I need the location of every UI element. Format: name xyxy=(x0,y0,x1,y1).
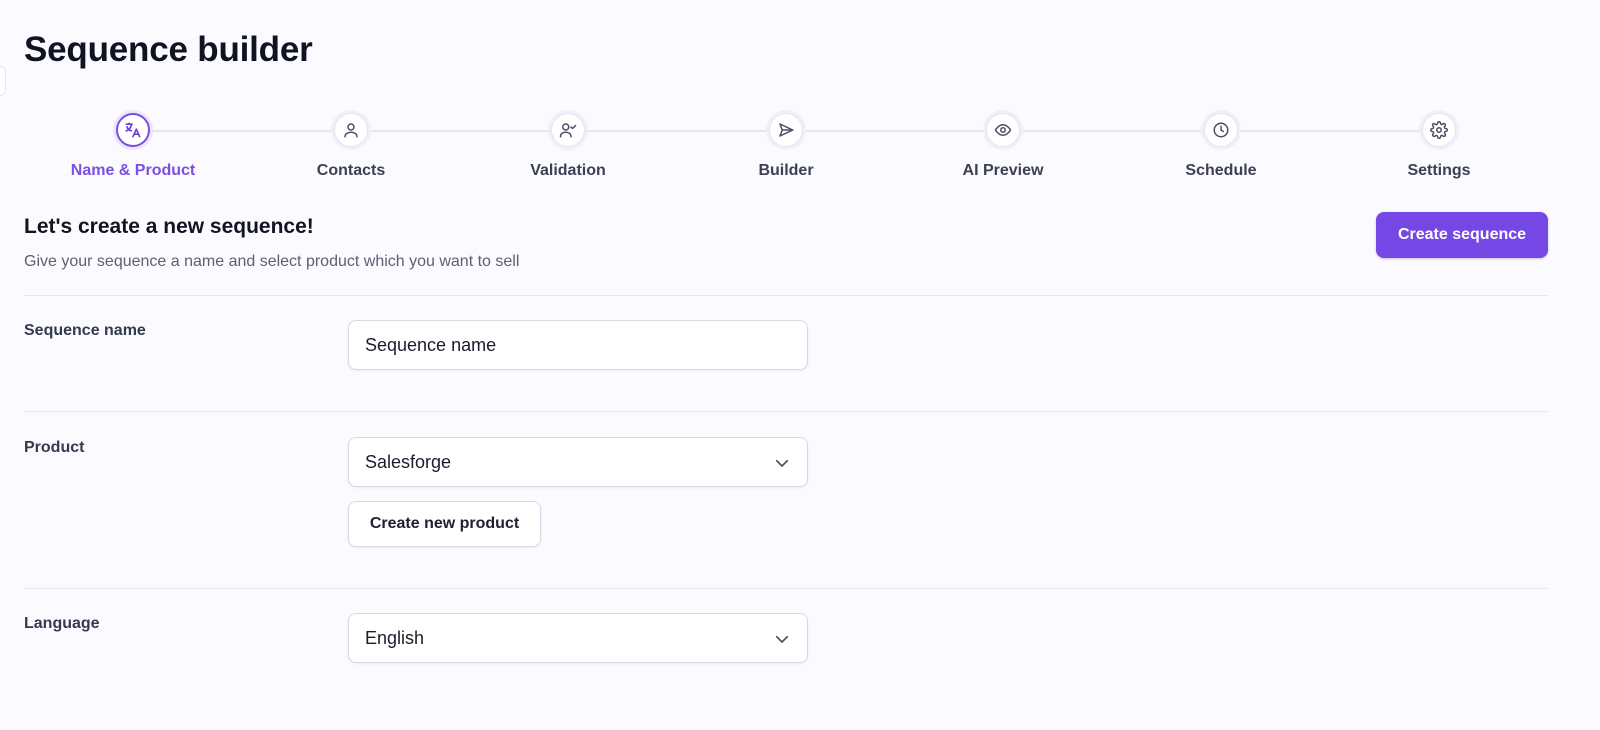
product-selected-value: Salesforge xyxy=(365,451,452,472)
step-label: Contacts xyxy=(316,162,386,179)
collapsed-sidebar-handle[interactable] xyxy=(0,66,6,96)
user-icon xyxy=(344,123,358,138)
create-new-product-button[interactable]: Create new product xyxy=(348,501,541,547)
step-indicator xyxy=(113,110,153,150)
step-builder[interactable]: Builder xyxy=(686,108,886,180)
step-schedule[interactable]: Schedule xyxy=(1121,108,1321,180)
step-ai-preview[interactable]: AI Preview xyxy=(903,108,1103,180)
language-selected-value: English xyxy=(365,627,425,648)
step-indicator xyxy=(548,110,588,150)
step-label: Schedule xyxy=(1185,162,1257,179)
step-indicator xyxy=(1419,110,1459,150)
sequence-name-input[interactable]: Sequence name xyxy=(348,320,808,370)
step-indicator xyxy=(766,110,806,150)
language-label: Language xyxy=(24,615,100,632)
step-label: AI Preview xyxy=(962,162,1044,179)
stepper: Name & Product Contacts Validation Build… xyxy=(0,108,1600,188)
page-title: Sequence builder xyxy=(24,30,313,69)
step-validation[interactable]: Validation xyxy=(468,108,668,180)
step-indicator xyxy=(331,110,371,150)
chevron-down-icon xyxy=(775,635,789,643)
product-select[interactable]: Salesforge xyxy=(348,437,808,487)
divider xyxy=(24,411,1548,412)
create-sequence-button[interactable]: Create sequence xyxy=(1376,212,1548,258)
step-label: Settings xyxy=(1407,162,1471,179)
clock-icon xyxy=(1213,122,1229,138)
language-select[interactable]: English xyxy=(348,613,808,663)
chevron-down-icon xyxy=(775,459,789,467)
sequence-name-placeholder: Sequence name xyxy=(365,334,497,355)
step-indicator xyxy=(1201,110,1241,150)
product-label: Product xyxy=(24,439,85,456)
step-label: Builder xyxy=(758,162,814,179)
section-heading: Let's create a new sequence! xyxy=(24,215,314,238)
step-contacts[interactable]: Contacts xyxy=(251,108,451,180)
divider xyxy=(24,295,1548,296)
sequence-name-label: Sequence name xyxy=(24,322,146,339)
divider xyxy=(24,588,1548,589)
step-label: Name & Product xyxy=(70,162,196,179)
translate-icon xyxy=(125,122,141,138)
step-name-product[interactable]: Name & Product xyxy=(33,108,233,180)
step-label: Validation xyxy=(530,162,606,179)
section-subtitle: Give your sequence a name and select pro… xyxy=(24,253,520,270)
send-icon xyxy=(779,123,794,137)
gear-icon xyxy=(1430,121,1448,139)
eye-icon xyxy=(994,124,1012,136)
user-check-icon xyxy=(559,123,577,138)
step-indicator xyxy=(983,110,1023,150)
step-settings[interactable]: Settings xyxy=(1339,108,1539,180)
